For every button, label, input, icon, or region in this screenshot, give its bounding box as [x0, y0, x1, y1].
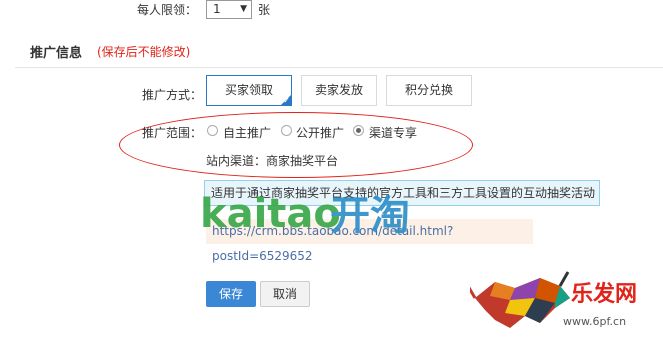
scope-label: 推广范围： — [142, 126, 203, 140]
method-buyer-label: 买家领取 — [224, 83, 273, 97]
section-title: 推广信息 — [30, 46, 83, 61]
scope-channel-radio[interactable] — [353, 125, 364, 136]
pf-brand-url: www.6pf.cn — [563, 315, 627, 328]
limit-label: 每人限领： — [137, 3, 198, 17]
section-note: (保存后不能修改) — [97, 45, 191, 59]
limit-unit: 张 — [258, 3, 271, 17]
station-channel-label: 站内渠道： — [206, 154, 267, 168]
method-label: 推广方式： — [142, 88, 203, 102]
limit-select[interactable]: 1 ▼ — [206, 0, 252, 19]
scope-public-radio[interactable] — [281, 125, 292, 136]
method-buyer-button[interactable]: 买家领取 ✓ — [206, 75, 292, 106]
check-icon: ✓ — [283, 96, 290, 105]
scope-self-radio[interactable] — [207, 125, 218, 136]
highlight-ellipse — [119, 112, 473, 178]
method-seller-button[interactable]: 卖家发放 — [301, 75, 377, 106]
method-seller-label: 卖家发放 — [314, 83, 363, 97]
save-button[interactable]: 保存 — [206, 281, 256, 307]
section-divider — [15, 67, 663, 68]
pf-brand-text: 乐发网 — [571, 281, 638, 307]
cancel-button[interactable]: 取消 — [260, 281, 310, 307]
scope-channel-label: 渠道专享 — [369, 126, 418, 140]
scope-self-label: 自主推广 — [223, 126, 272, 140]
scope-public-label: 公开推广 — [296, 126, 345, 140]
limit-select-value: 1 — [213, 2, 221, 16]
kaitao-cn-text: 开淘 — [330, 193, 410, 239]
kaitao-latin-text: kaitao — [200, 191, 341, 237]
method-points-label: 积分兑换 — [404, 83, 453, 97]
chevron-down-icon: ▼ — [240, 4, 247, 14]
station-channel-value: 商家抽奖平台 — [266, 154, 339, 168]
kaitao-watermark-logo: kaitao 开淘 — [200, 191, 410, 239]
method-points-button[interactable]: 积分兑换 — [386, 75, 472, 106]
